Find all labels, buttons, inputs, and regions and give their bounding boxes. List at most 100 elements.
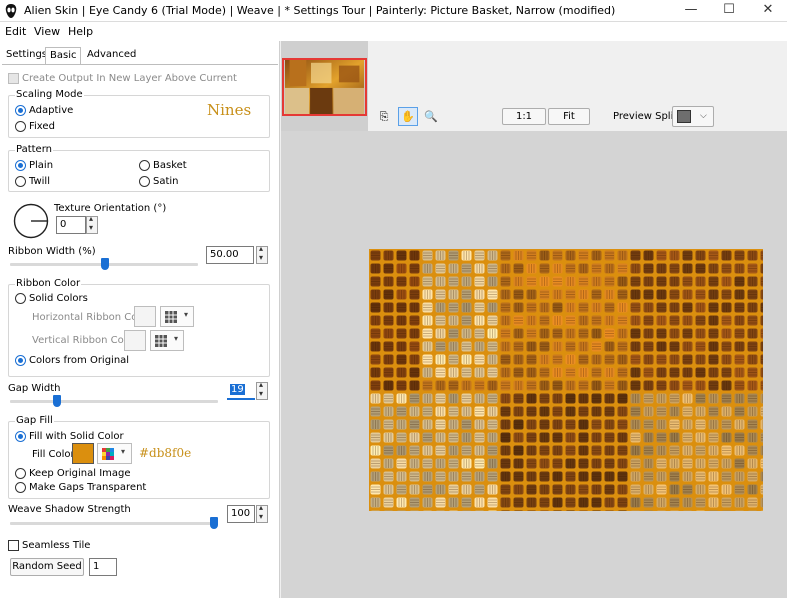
weave-tile [579,510,588,511]
menu-edit[interactable]: Edit [5,25,26,38]
fit-button[interactable]: Fit [548,108,590,125]
weave-tile [371,510,380,511]
colors-from-original-radio[interactable] [15,355,26,366]
scaling-mode-title: Scaling Mode [15,89,84,100]
fill-color-picker[interactable]: ▾ [97,443,132,464]
weave-tile [501,510,510,511]
maximize-button[interactable]: ☐ [710,0,748,22]
vertical-color-swatch[interactable] [124,330,146,351]
weave-tile [553,510,562,511]
weave-tile [423,510,432,511]
hand-tool-icon[interactable]: ✋ [398,107,418,126]
fill-solid-color-label: Fill with Solid Color [29,431,124,442]
menu-view[interactable]: View [34,25,60,38]
fill-color-label: Fill Color [32,449,75,460]
tab-advanced[interactable]: Advanced [83,47,140,65]
plain-radio[interactable] [15,160,26,171]
solid-colors-label: Solid Colors [29,293,88,304]
twill-label: Twill [29,176,50,187]
weave-tile [605,510,614,511]
shadow-strength-spinner[interactable] [256,503,268,523]
orientation-dial[interactable] [13,203,49,239]
keep-original-radio[interactable] [15,468,26,479]
solid-colors-radio[interactable] [15,293,26,304]
ribbon-width-input[interactable]: 50.00 [206,246,254,264]
tab-settings[interactable]: Settings [2,47,51,65]
weave-tile [657,510,666,511]
shadow-strength-slider[interactable] [210,517,218,529]
weave-tile [735,510,744,511]
gap-width-slider[interactable] [53,395,61,407]
weave-tile [384,510,393,511]
ribbon-width-label: Ribbon Width (%) [8,246,96,257]
adaptive-label: Adaptive [29,105,74,116]
gap-width-track[interactable] [10,400,218,403]
random-seed-input[interactable]: 1 [89,558,117,576]
gap-width-label: Gap Width [8,383,61,394]
weave-tile [540,510,549,511]
fill-color-swatch[interactable] [72,443,94,464]
weave-tile [514,510,523,511]
make-transparent-label: Make Gaps Transparent [29,482,147,493]
create-output-checkbox[interactable] [8,73,19,84]
minimize-button[interactable]: — [672,0,710,22]
shadow-strength-input[interactable]: 100 [227,505,255,523]
seamless-tile-label: Seamless Tile [22,540,91,551]
menu-help[interactable]: Help [68,25,93,38]
horizontal-color-swatch[interactable] [134,306,156,327]
weave-tile [709,510,718,511]
grid-icon [165,311,177,323]
chevron-down-icon: ▾ [174,334,179,343]
weave-tile [644,510,653,511]
gap-width-spinner[interactable] [256,380,268,400]
weave-tile [631,510,640,511]
close-button[interactable]: ✕ [749,0,787,22]
texture-orientation-label: Texture Orientation (°) [54,203,167,214]
weave-tile [475,510,484,511]
keep-original-label: Keep Original Image [29,468,131,479]
ribbon-width-spinner[interactable] [256,244,268,264]
ribbon-width-slider[interactable] [101,258,109,270]
make-transparent-radio[interactable] [15,482,26,493]
colors-from-original-label: Colors from Original [29,355,130,366]
fixed-label: Fixed [29,121,55,132]
pattern-title: Pattern [15,144,53,155]
random-seed-button[interactable]: Random Seed [10,558,84,576]
weave-tile [449,510,458,511]
vertical-ribbon-color-label: Vertical Ribbon Color [32,335,137,346]
texture-orientation-input[interactable]: 0 [56,216,86,234]
navigator-thumbnail[interactable] [282,58,367,116]
satin-radio[interactable] [139,176,150,187]
texture-orientation-spinner[interactable] [86,214,98,234]
chevron-down-icon: ⌵ [700,111,707,121]
weave-tile [462,510,471,511]
grid-icon [155,335,167,347]
gap-width-value: 19 [230,384,245,395]
horizontal-color-picker[interactable]: ▾ [160,306,194,327]
twill-radio[interactable] [15,176,26,187]
basket-radio[interactable] [139,160,150,171]
zoom-1-1-button[interactable]: 1:1 [502,108,546,125]
shadow-strength-track[interactable] [10,522,218,525]
color-grid-icon [102,448,114,460]
adaptive-radio[interactable] [15,105,26,116]
preview-split-dropdown[interactable]: ⌵ [672,106,714,127]
weave-tile [436,510,445,511]
satin-label: Satin [153,176,179,187]
seamless-tile-checkbox[interactable] [8,540,19,551]
title-bar: Alien Skin | Eye Candy 6 (Trial Mode) | … [0,0,787,22]
shadow-strength-label: Weave Shadow Strength [8,504,131,515]
menu-bar: Edit View Help [0,22,787,41]
weave-tile [566,510,575,511]
vertical-color-picker[interactable]: ▾ [150,330,184,351]
ribbon-color-title: Ribbon Color [15,278,82,289]
fill-solid-color-radio[interactable] [15,431,26,442]
plain-label: Plain [29,160,54,171]
zoom-tool-icon[interactable]: 🔍 [421,107,441,126]
fixed-radio[interactable] [15,121,26,132]
tab-basic[interactable]: Basic [45,47,82,65]
weave-tile [397,510,406,511]
gap-width-input[interactable]: 19 [227,382,255,400]
copy-preview-icon[interactable]: ⎘ [374,107,394,126]
weave-tile [410,510,419,511]
